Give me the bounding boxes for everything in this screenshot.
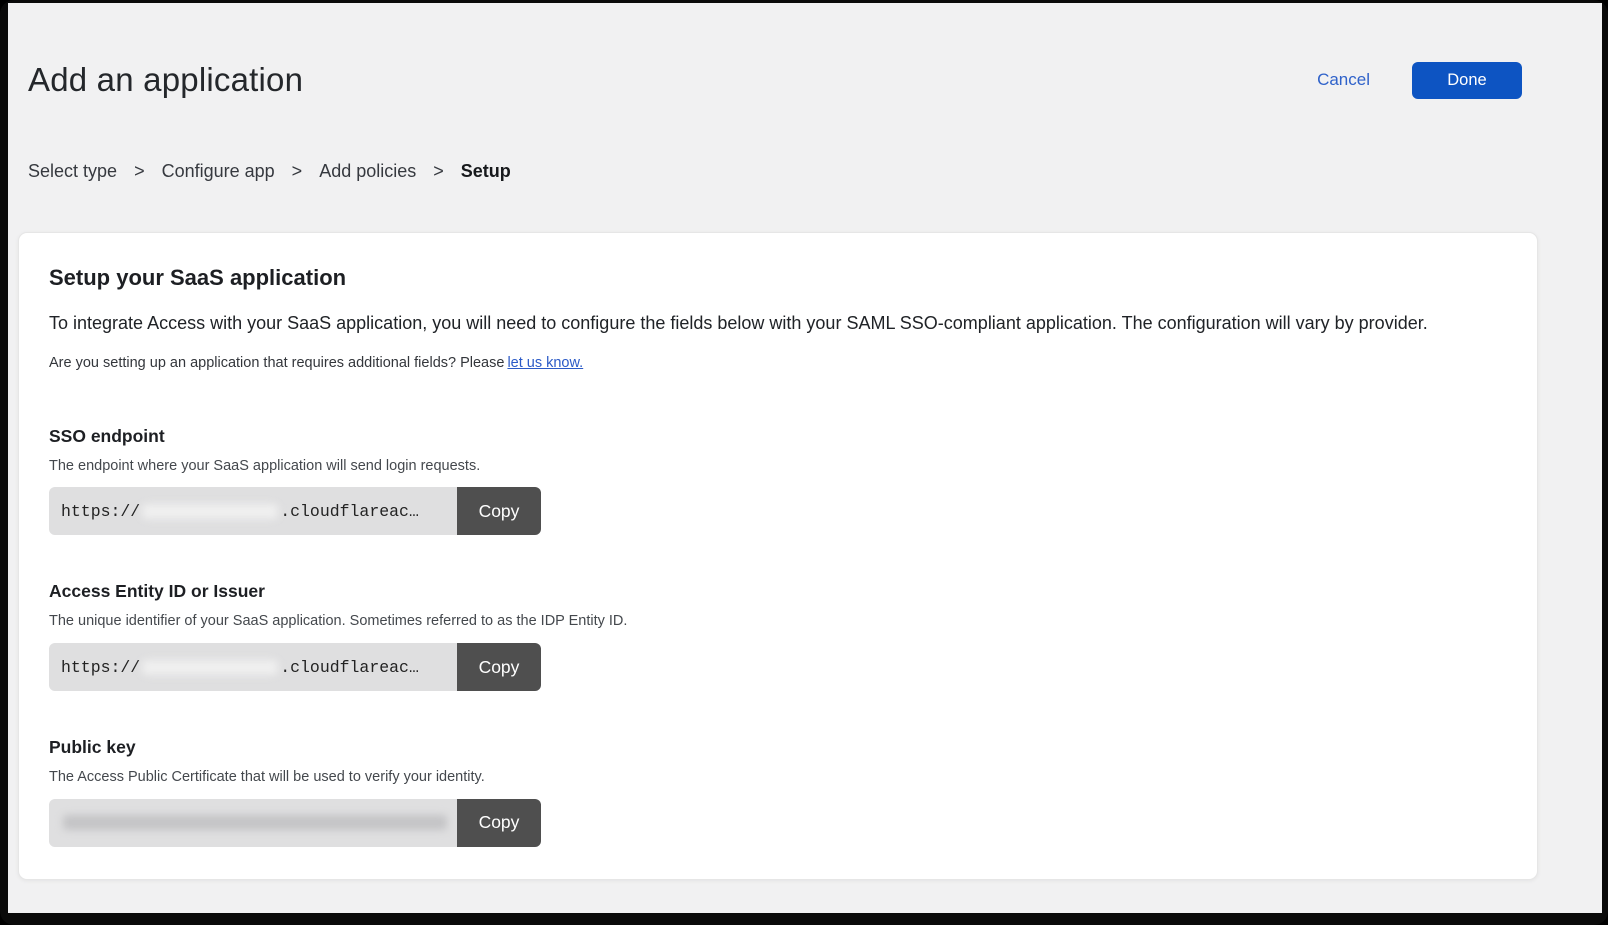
field-access-entity-id: Access Entity ID or Issuer The unique id… xyxy=(49,581,1507,691)
field-value-row: Copy xyxy=(49,799,541,847)
redacted-value xyxy=(63,815,447,830)
header-actions: Cancel Done xyxy=(1317,62,1522,99)
field-value-row: https:// .cloudflareac… Copy xyxy=(49,487,541,535)
breadcrumb-item-select-type[interactable]: Select type xyxy=(28,161,117,182)
breadcrumb-separator: > xyxy=(292,161,303,182)
done-button[interactable]: Done xyxy=(1412,62,1522,99)
breadcrumb-separator: > xyxy=(134,161,145,182)
public-key-value[interactable] xyxy=(49,799,457,847)
let-us-know-link[interactable]: let us know. xyxy=(507,355,583,371)
field-label: SSO endpoint xyxy=(49,426,1507,447)
value-suffix: .cloudflareac… xyxy=(280,658,419,677)
field-label: Public key xyxy=(49,737,1507,758)
page-header: Add an application Cancel Done xyxy=(8,3,1602,99)
value-prefix: https:// xyxy=(61,502,140,521)
access-entity-id-value[interactable]: https:// .cloudflareac… xyxy=(49,643,457,691)
breadcrumb-separator: > xyxy=(433,161,444,182)
redacted-value xyxy=(142,504,278,519)
field-description: The unique identifier of your SaaS appli… xyxy=(49,613,1507,630)
field-value-row: https:// .cloudflareac… Copy xyxy=(49,643,541,691)
breadcrumb: Select type > Configure app > Add polici… xyxy=(8,99,1602,182)
breadcrumb-item-add-policies[interactable]: Add policies xyxy=(319,161,416,182)
copy-button[interactable]: Copy xyxy=(457,799,541,847)
field-public-key: Public key The Access Public Certificate… xyxy=(49,737,1507,847)
copy-button[interactable]: Copy xyxy=(457,487,541,535)
breadcrumb-item-setup: Setup xyxy=(461,161,511,182)
field-description: The endpoint where your SaaS application… xyxy=(49,458,1507,475)
card-note: Are you setting up an application that r… xyxy=(49,355,1507,372)
page-title: Add an application xyxy=(28,61,303,99)
cancel-button[interactable]: Cancel xyxy=(1317,70,1370,90)
card-title: Setup your SaaS application xyxy=(49,265,1507,291)
field-label: Access Entity ID or Issuer xyxy=(49,581,1507,602)
copy-button[interactable]: Copy xyxy=(457,643,541,691)
screenshot-frame: Add an application Cancel Done Select ty… xyxy=(0,0,1608,925)
note-text: Are you setting up an application that r… xyxy=(49,355,504,371)
sso-endpoint-value[interactable]: https:// .cloudflareac… xyxy=(49,487,457,535)
card-intro: To integrate Access with your SaaS appli… xyxy=(49,313,1507,335)
setup-card: Setup your SaaS application To integrate… xyxy=(18,232,1538,880)
field-sso-endpoint: SSO endpoint The endpoint where your Saa… xyxy=(49,426,1507,536)
field-description: The Access Public Certificate that will … xyxy=(49,769,1507,786)
page: Add an application Cancel Done Select ty… xyxy=(8,3,1602,913)
breadcrumb-item-configure-app[interactable]: Configure app xyxy=(162,161,275,182)
value-suffix: .cloudflareac… xyxy=(280,502,419,521)
value-prefix: https:// xyxy=(61,658,140,677)
redacted-value xyxy=(142,660,278,675)
